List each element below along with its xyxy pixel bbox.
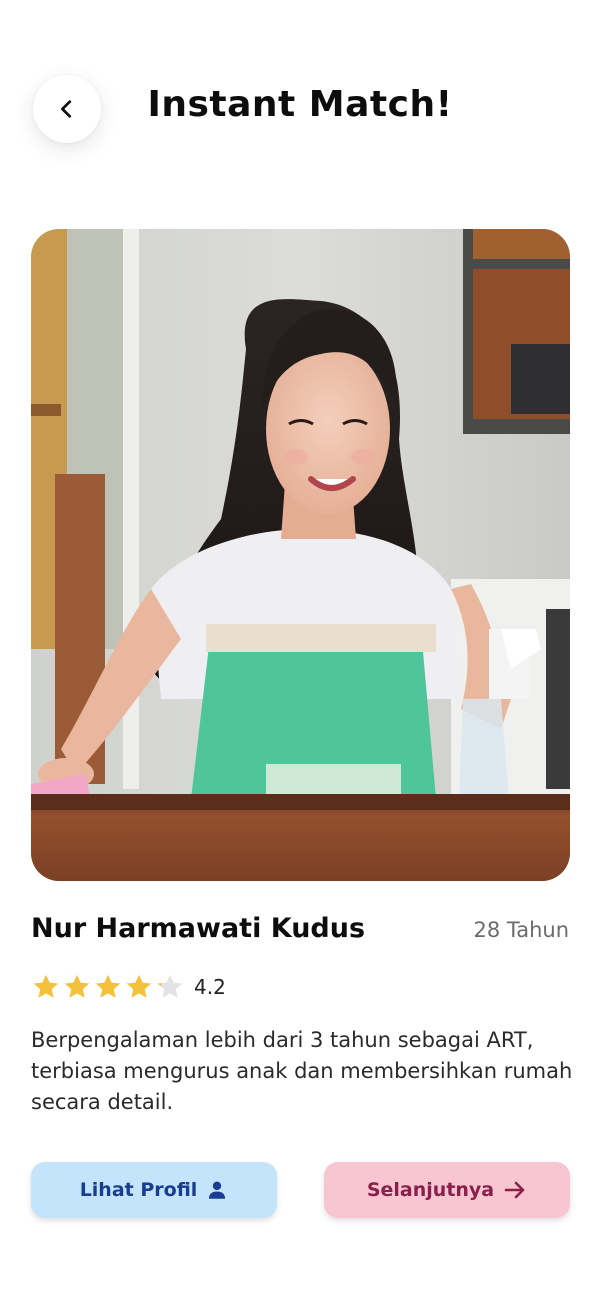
worker-description: Berpengalaman lebih dari 3 tahun sebagai… [31, 1028, 573, 1114]
person-icon [209, 1181, 226, 1199]
star-icon [126, 974, 152, 998]
star-partial-icon [157, 974, 183, 998]
woman-cleaning-table-photo [31, 229, 570, 881]
star-icon [64, 974, 90, 998]
next-button[interactable]: Selanjutnya [324, 1162, 570, 1218]
view-profile-button[interactable]: Lihat Profil [31, 1162, 277, 1218]
next-label: Selanjutnya [366, 1179, 495, 1201]
profile-photo [31, 229, 570, 881]
view-profile-label: Lihat Profil [79, 1179, 198, 1201]
rating: 4.2 [31, 971, 226, 1003]
rating-value: 4.2 [194, 975, 226, 999]
worker-age: 28 Tahun [473, 918, 569, 942]
star-icon [33, 974, 59, 998]
page-title: Instant Match! [147, 84, 453, 125]
worker-name: Nur Harmawati Kudus [31, 913, 366, 944]
star-icon [95, 974, 121, 998]
arrow-right-icon [504, 1181, 525, 1199]
